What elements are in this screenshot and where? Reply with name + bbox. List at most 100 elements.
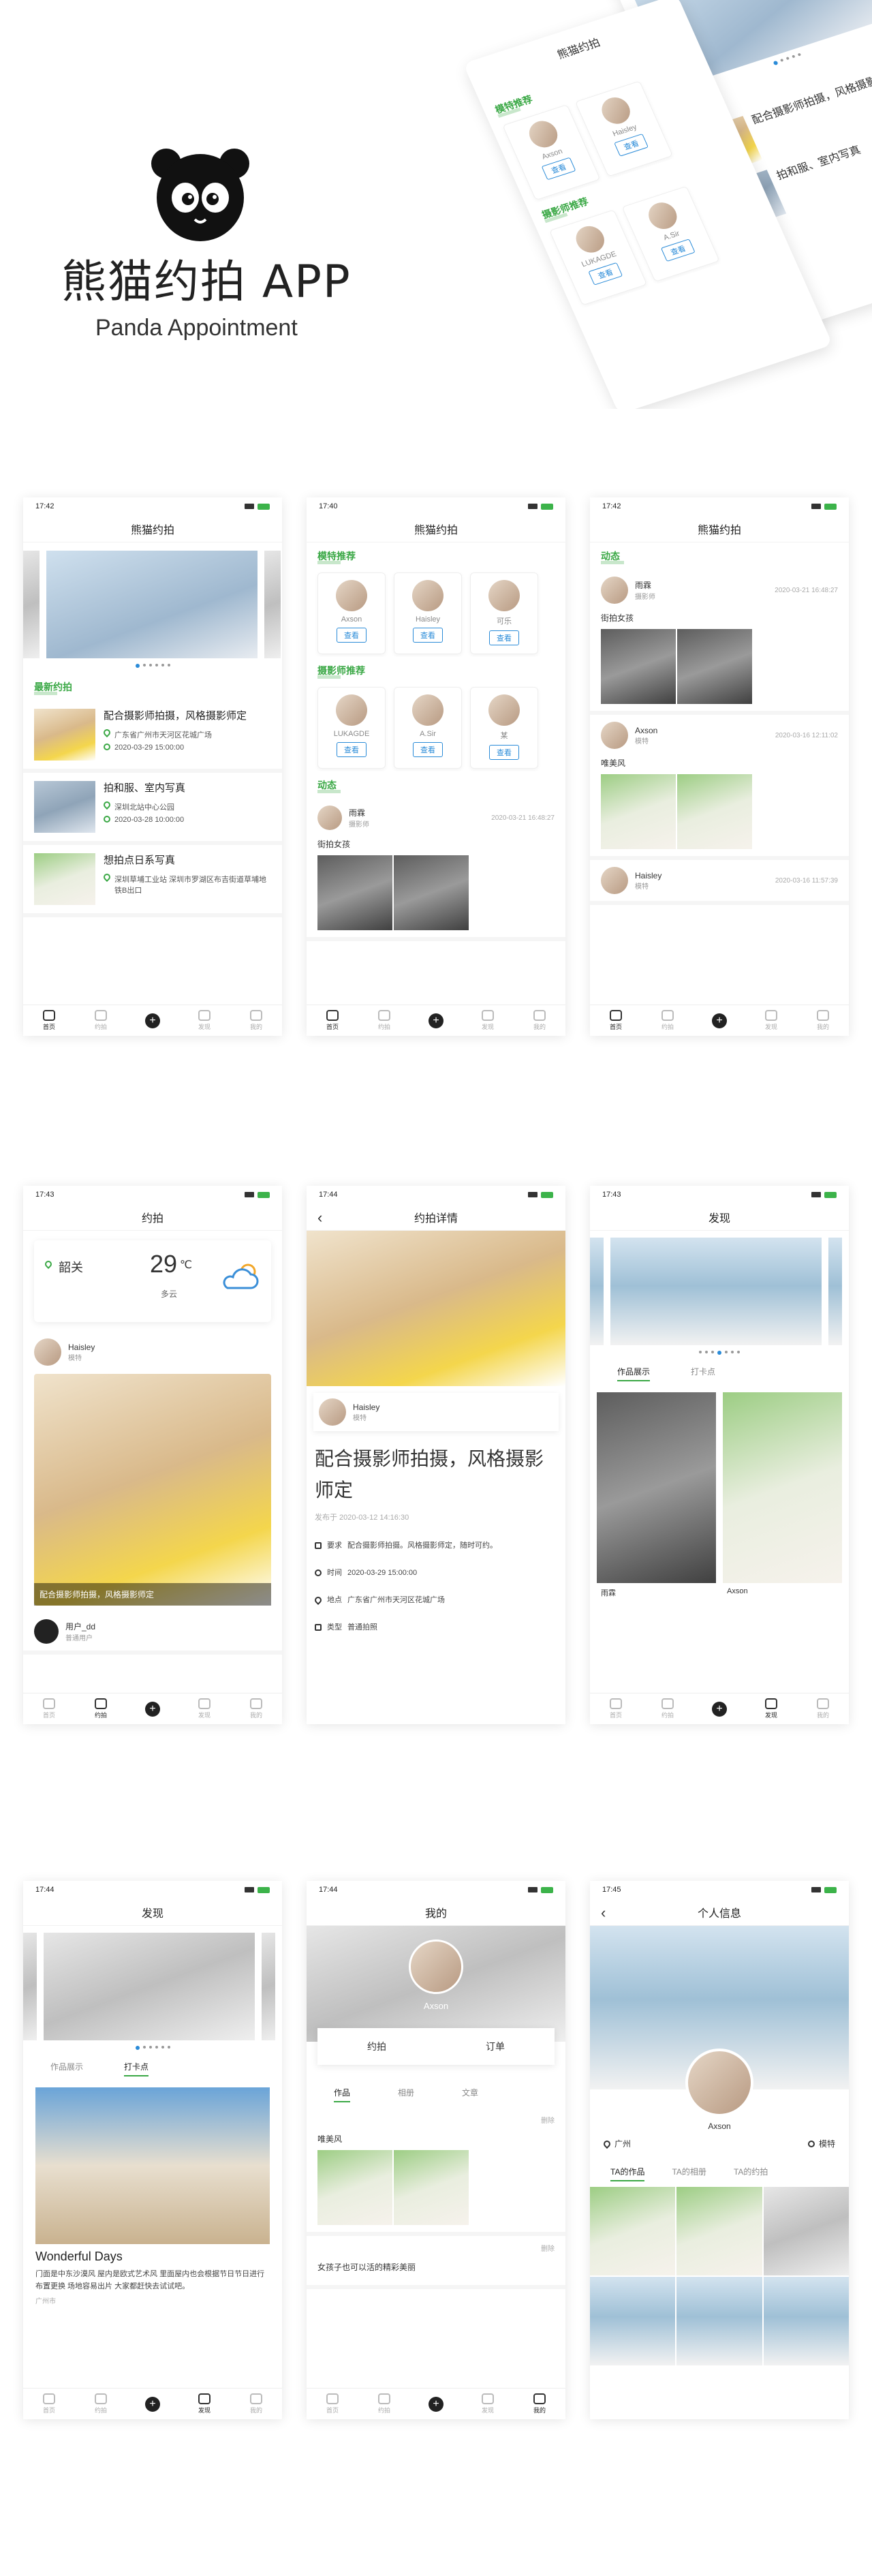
tab-add[interactable]: + [419, 1013, 453, 1028]
tab-yuepai[interactable]: 约拍 [84, 1010, 118, 1031]
view-button[interactable]: 查看 [489, 745, 519, 760]
delete-button[interactable]: 删除 [317, 2243, 555, 2253]
tab-works[interactable]: 作品 [334, 2087, 351, 2102]
section-feed: 动态 [590, 542, 849, 570]
nav-title: 熊猫约拍 [23, 515, 282, 542]
view-button[interactable]: 查看 [337, 742, 367, 757]
view-button[interactable]: 查看 [489, 630, 519, 645]
work-card[interactable]: Axson [723, 1392, 842, 1602]
tab-works[interactable]: 作品展示 [617, 1366, 651, 1381]
tab-add[interactable]: + [136, 2396, 170, 2412]
photographer-card[interactable]: 某查看 [470, 687, 538, 769]
location-icon [313, 1595, 324, 1606]
yuepai-post[interactable]: Haisley 模特 配合摄影师拍摄，风格摄影师定 [23, 1332, 282, 1612]
tab-add[interactable]: + [702, 1701, 736, 1717]
photographer-card[interactable]: LUKAGDE 查看 [317, 687, 386, 769]
tab-bar: 首页 约拍 + 发现 我的 [590, 1693, 849, 1724]
user-icon [807, 2140, 815, 2147]
location-icon [102, 799, 112, 810]
tab-home[interactable]: 首页 [32, 1698, 66, 1719]
tab-yuepai[interactable]: 约拍 [651, 1010, 685, 1031]
profile-header: Axson [307, 1926, 565, 2042]
avatar [336, 580, 367, 611]
tab-home[interactable]: 首页 [32, 2393, 66, 2414]
view-button[interactable]: 查看 [337, 628, 367, 643]
feed-post[interactable]: 雨霖 摄影师 2020-03-21 16:48:27 街拍女孩 [590, 570, 849, 715]
tab-mine[interactable]: 我的 [806, 1010, 840, 1031]
list-item[interactable]: 想拍点日系写真 深圳草埔工业站 深圳市罗湖区布吉街道草埔地铁B出口 [23, 845, 282, 917]
carousel-dots[interactable] [590, 1345, 849, 1360]
list-item[interactable]: 配合摄影师拍摄，风格摄影师定 广东省广州市天河区花城广场 2020-03-29 … [23, 701, 282, 773]
feed-post[interactable]: Haisley 模特 2020-03-16 11:57:39 [590, 860, 849, 905]
banner-image[interactable] [610, 1238, 822, 1345]
tab-discover[interactable]: 发现 [187, 2393, 221, 2414]
tab-mine[interactable]: 我的 [239, 1010, 273, 1031]
location-icon [102, 727, 112, 738]
tab-yuepai[interactable]: 约拍 [84, 1698, 118, 1719]
view-button[interactable]: 查看 [413, 742, 443, 757]
detail-image [307, 1231, 565, 1386]
tab-home[interactable]: 首页 [599, 1698, 633, 1719]
model-card[interactable]: Axson 查看 [317, 572, 386, 654]
user-card[interactable]: Haisley 模特 [313, 1393, 559, 1431]
photographer-card[interactable]: A.Sir 查看 [394, 687, 462, 769]
tab-mine[interactable]: 我的 [523, 2393, 557, 2414]
feed-post[interactable]: Axson 模特 2020-03-16 12:11:02 唯美风 [590, 715, 849, 860]
my-post[interactable]: 删除 唯美风 [307, 2108, 565, 2236]
tab-mine[interactable]: 我的 [806, 1698, 840, 1719]
tab-articles[interactable]: 文章 [462, 2087, 478, 2102]
tab-albums[interactable]: 相册 [398, 2087, 414, 2102]
tab-discover[interactable]: 发现 [471, 1010, 505, 1031]
view-button[interactable]: 查看 [413, 628, 443, 643]
list-item[interactable]: 拍和服、室内写真 深圳北站中心公园 2020-03-28 10:00:00 [23, 773, 282, 845]
carousel-dots[interactable] [23, 658, 282, 673]
tab-mine[interactable]: 我的 [239, 1698, 273, 1719]
tab-spots[interactable]: 打卡点 [124, 2061, 149, 2076]
tab-home[interactable]: 首页 [315, 1010, 349, 1031]
tab-add[interactable]: + [136, 1013, 170, 1028]
tab-yuepai[interactable]: 约拍 [84, 2393, 118, 2414]
avatar [336, 694, 367, 726]
nav-title: 熊猫约拍 [590, 515, 849, 542]
orders-button[interactable]: 订单 [486, 2040, 505, 2053]
tab-ta-albums[interactable]: TA的相册 [672, 2166, 706, 2181]
tab-yuepai[interactable]: 约拍 [651, 1698, 685, 1719]
carousel-dots[interactable] [23, 2040, 282, 2055]
tab-discover[interactable]: 发现 [754, 1010, 788, 1031]
tab-discover[interactable]: 发现 [187, 1698, 221, 1719]
tab-yuepai[interactable]: 约拍 [367, 1010, 401, 1031]
tab-add[interactable]: + [419, 2396, 453, 2412]
screen-yuepai: 17:43 约拍 韶关 29 ℃ 多云 Haisley 模特 配合摄影师拍摄，风格… [23, 1186, 282, 1724]
feed-post[interactable]: 雨霖 摄影师 2020-03-21 16:48:27 街拍女孩 [307, 799, 565, 941]
banner-image[interactable] [46, 551, 258, 658]
back-icon[interactable]: ‹ [601, 1904, 606, 1922]
yuepai-button[interactable]: 约拍 [367, 2040, 386, 2053]
model-card[interactable]: 可乐 查看 [470, 572, 538, 654]
tab-mine[interactable]: 我的 [239, 2393, 273, 2414]
location-icon [602, 2138, 612, 2149]
tab-ta-works[interactable]: TA的作品 [610, 2166, 645, 2181]
back-icon[interactable]: ‹ [317, 1209, 322, 1227]
delete-button[interactable]: 删除 [317, 2115, 555, 2125]
tab-discover[interactable]: 发现 [754, 1698, 788, 1719]
tab-works[interactable]: 作品展示 [50, 2061, 83, 2076]
spot-card[interactable]: Wonderful Days 门面是中东沙漠风 屋内是欧式艺术风 里面屋内也会根… [23, 2082, 282, 2311]
tab-ta-yuepai[interactable]: TA的约拍 [734, 2166, 768, 2181]
tab-yuepai[interactable]: 约拍 [367, 2393, 401, 2414]
model-card[interactable]: Haisley 查看 [394, 572, 462, 654]
work-card[interactable]: 雨霖 [597, 1392, 716, 1602]
tab-discover[interactable]: 发现 [471, 2393, 505, 2414]
avatar [34, 1338, 61, 1366]
tab-home[interactable]: 首页 [315, 2393, 349, 2414]
tab-mine[interactable]: 我的 [523, 1010, 557, 1031]
banner-image[interactable] [44, 1933, 255, 2040]
yuepai-post[interactable]: 用户_dd 普通用户 [23, 1612, 282, 1655]
my-post[interactable]: 删除 女孩子也可以活的精彩美丽 [307, 2236, 565, 2289]
tab-home[interactable]: 首页 [599, 1010, 633, 1031]
nav-title: 约拍 [23, 1203, 282, 1231]
tab-home[interactable]: 首页 [32, 1010, 66, 1031]
tab-add[interactable]: + [702, 1013, 736, 1028]
tab-add[interactable]: + [136, 1701, 170, 1717]
tab-discover[interactable]: 发现 [187, 1010, 221, 1031]
tab-spots[interactable]: 打卡点 [691, 1366, 715, 1381]
